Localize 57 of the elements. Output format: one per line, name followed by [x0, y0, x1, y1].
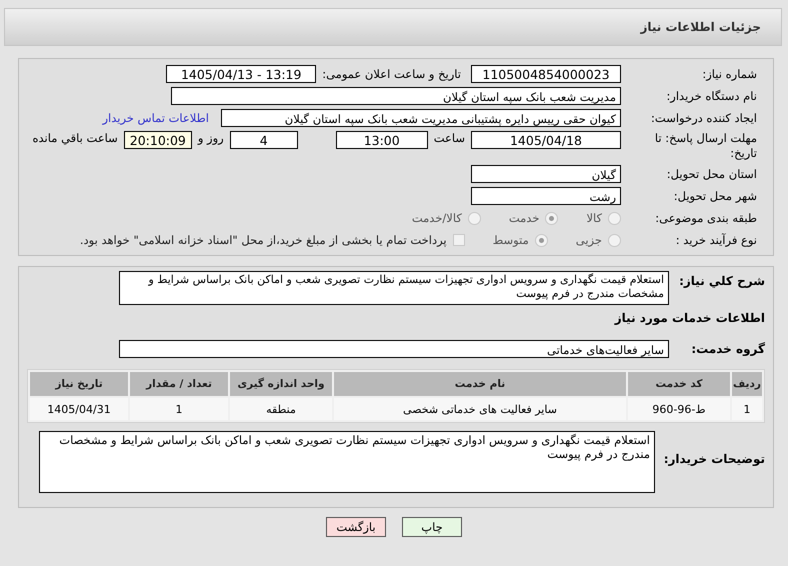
radio-button[interactable] [608, 234, 621, 246]
table-cell: منطقه [230, 398, 332, 420]
field-label: گروه خدمت: [690, 341, 765, 358]
option-label: خدمت [508, 211, 540, 225]
checkbox[interactable] [452, 234, 465, 246]
column-header: تاریخ نیاز [30, 372, 128, 396]
radio-button[interactable] [608, 212, 621, 224]
field-label: نوع فرآیند خرید : [674, 232, 758, 249]
announce-date-field: 1405/04/13 - 13:19 [166, 65, 316, 83]
radio-button[interactable] [534, 234, 548, 246]
print-button[interactable]: چاپ [402, 517, 462, 537]
deadline-date-field: 1405/04/18 [471, 131, 621, 149]
radio-button[interactable] [468, 212, 481, 224]
days-field: 4 [230, 131, 298, 149]
option-label: کالا/خدمت [412, 211, 462, 225]
field-label: استان محل تحویل: [666, 166, 758, 183]
creator-field: کیوان حقی رییس دایره پشتیبانی مدیریت شعب بانک سپه استان گیلان [221, 109, 621, 127]
section-title: اطلاعات خدمات مورد نیاز [613, 311, 765, 325]
field-label: ساعت باقي مانده [32, 131, 118, 145]
field-label: طبقه بندی موضوعی: [654, 210, 758, 227]
radio-button[interactable] [545, 212, 558, 224]
option-label: پرداخت تمام یا بخشی از مبلغ خرید،از محل "اسناد خزانه اسلامی" خواهد بود. [80, 233, 447, 247]
table-cell: 1 [732, 398, 762, 420]
option-label: جزیی [576, 233, 602, 247]
table-cell: ط-96-960 [628, 398, 730, 420]
need-number-field: 1105004854000023 [471, 65, 621, 83]
page-title: جزئیات اطلاعات نیاز [640, 20, 761, 34]
column-header: تعداد / مقدار [130, 372, 228, 396]
column-header: ردیف [732, 372, 762, 396]
field-label: ساعت [434, 131, 465, 145]
field-label: ایجاد کننده درخواست: [650, 110, 758, 127]
buyer-field: مدیریت شعب بانک سپه استان گیلان [171, 87, 621, 105]
field-label: شماره نیاز: [701, 66, 758, 83]
back-button[interactable]: بازگشت [326, 517, 386, 537]
option-label: کالا [586, 211, 602, 225]
field-label: تاریخ و ساعت اعلان عمومی: [322, 67, 461, 81]
field-label: نام دستگاه خریدار: [665, 88, 758, 105]
buyer-notes-textarea: استعلام قیمت نگهداری و سرویس ادواری تجهیزات سیستم نظارت تصویری شعب و اماکن بانک براساس شرایط و مشخصات مندرج در فرم پیوست [39, 431, 655, 493]
service-group-field: سایر فعالیت‌های خدماتی [119, 340, 669, 358]
column-header: نام خدمت [334, 372, 626, 396]
buyer-contact-link[interactable]: اطلاعات تماس خریدار [102, 111, 209, 125]
city-field: رشت [471, 187, 621, 205]
option-label: متوسط [492, 233, 529, 247]
field-label: مهلت ارسال پاسخ: تا تاریخ: [654, 131, 758, 161]
field-label: شرح کلي نياز: [678, 273, 765, 290]
field-label: روز و [198, 131, 224, 145]
summary-textarea: استعلام قیمت نگهداری و سرویس ادواری تجهیزات سیستم نظارت تصویری شعب و اماکن بانک براساس شرایط و مشخصات مندرج در فرم پیوست [119, 271, 669, 305]
column-header: کد خدمت [628, 372, 730, 396]
remaining-time-field: 20:10:09 [124, 131, 192, 149]
province-field: گیلان [471, 165, 621, 183]
field-label: توضیحات خریدار: [662, 451, 765, 468]
field-label: شهر محل تحویل: [672, 188, 758, 205]
column-header: واحد اندازه گیری [230, 372, 332, 396]
table-cell: سایر فعالیت های خدماتی شخصی [334, 398, 626, 420]
table-cell: 1405/04/31 [30, 398, 128, 420]
deadline-time-field: 13:00 [336, 131, 428, 149]
table-cell: 1 [130, 398, 228, 420]
